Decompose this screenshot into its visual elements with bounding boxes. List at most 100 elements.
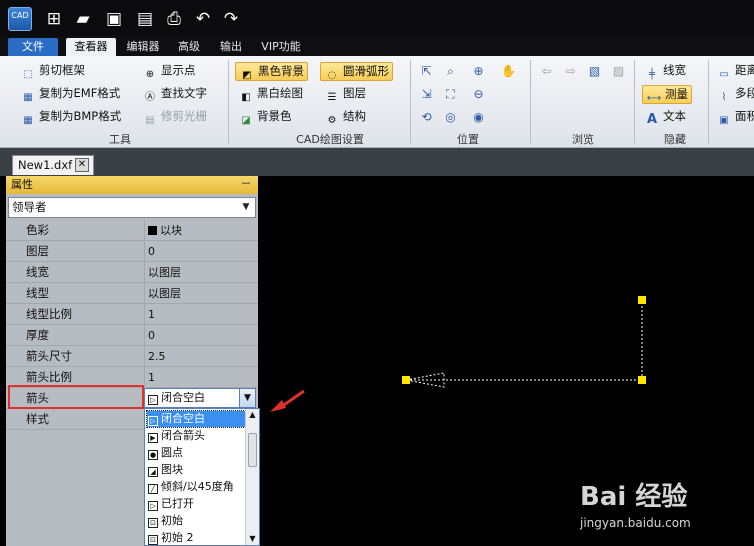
- area-button[interactable]: ▣ 面积: [716, 107, 754, 126]
- group-label-browse: 浏览: [572, 133, 594, 146]
- copy-emf-button[interactable]: ▦ 复制为EMF格式: [20, 84, 120, 103]
- raster-icon: ▤: [145, 115, 155, 126]
- background-color-button[interactable]: ◪ 背景色: [238, 107, 291, 126]
- property-value[interactable]: 以块: [144, 220, 256, 240]
- zoom-extents-icon[interactable]: ⛶: [442, 86, 459, 103]
- fit-layout-icon[interactable]: ⇲: [418, 86, 435, 103]
- close-icon[interactable]: ✕: [75, 158, 89, 172]
- grip-handle[interactable]: [402, 376, 410, 384]
- show-points-button[interactable]: ⊕ 显示点: [142, 61, 196, 80]
- dropdown-option[interactable]: ▶ 闭合箭头: [147, 428, 245, 444]
- leader-entity[interactable]: [405, 300, 643, 388]
- drawing-canvas[interactable]: Bai 经验 jingyan.baidu.com: [262, 176, 754, 546]
- dropdown-scrollbar[interactable]: ▲ ▼: [245, 409, 259, 545]
- arrow-type-combobox[interactable]: ▷ 闭合空白 ▼: [144, 388, 256, 408]
- dropdown-option[interactable]: ▷ 闭合空白: [146, 410, 246, 428]
- save-icon[interactable]: ▣: [104, 10, 124, 30]
- dropdown-option[interactable]: ● 圆点: [147, 445, 245, 461]
- back-arrow-icon[interactable]: ⇦: [538, 63, 555, 80]
- document-tab[interactable]: New1.dxf ✕: [12, 155, 94, 175]
- page-icon[interactable]: ▧: [586, 63, 603, 80]
- pin-icon[interactable]: ꟷ: [242, 176, 250, 194]
- open-folder-icon[interactable]: ▰: [73, 10, 93, 30]
- undo-icon[interactable]: ↶: [193, 10, 213, 30]
- color-swatch: [148, 226, 157, 235]
- property-value[interactable]: 1: [144, 367, 256, 387]
- menu-bar: 文件 查看器 编辑器 高级 输出 VIP功能: [0, 36, 754, 56]
- text-button[interactable]: A 文本: [644, 107, 686, 127]
- tab-editor[interactable]: 编辑器: [122, 38, 164, 56]
- property-row-color[interactable]: 色彩 以块: [6, 220, 258, 241]
- lineweight-button[interactable]: ╪ 线宽: [644, 61, 686, 80]
- grip-handle[interactable]: [638, 296, 646, 304]
- zoom-out-icon[interactable]: ⊖: [470, 86, 487, 103]
- scroll-down-icon[interactable]: ▼: [246, 533, 259, 545]
- arrow-type-dropdown[interactable]: ▷ 闭合空白 ▶ 闭合箭头 ● 圆点 ◢ 图块 ╱ 倾斜/以45度角 ▷ 已打开 ⊡ 初始 ⊡…: [144, 408, 260, 546]
- find-text-button[interactable]: Ⓐ 查找文字: [142, 84, 207, 103]
- polyline-button[interactable]: ⌇ 多段: [716, 84, 754, 103]
- black-background-button[interactable]: ◩ 黑色背景: [235, 62, 308, 81]
- zoom-in-icon[interactable]: ⊕: [470, 63, 487, 80]
- distance-button[interactable]: ▭ 距离: [716, 61, 754, 80]
- dropdown-option[interactable]: ⊡ 初始 2: [147, 530, 245, 545]
- tab-vip[interactable]: VIP功能: [256, 38, 306, 56]
- scrollbar-thumb[interactable]: [248, 433, 257, 467]
- property-value[interactable]: 2.5: [144, 346, 256, 366]
- property-row-arrow-size[interactable]: 箭头尺寸 2.5: [6, 346, 258, 367]
- forward-arrow-icon[interactable]: ⇨: [562, 63, 579, 80]
- property-value[interactable]: 0: [144, 241, 256, 261]
- property-value[interactable]: 以图层: [144, 283, 256, 303]
- zoom-previous-icon[interactable]: ◎: [442, 109, 459, 126]
- property-row-linetype[interactable]: 线型 以图层: [6, 283, 258, 304]
- structure-button[interactable]: ⚙ 结构: [324, 107, 366, 126]
- zoom-window-icon[interactable]: ⌕: [442, 63, 459, 80]
- layers-button[interactable]: ☰ 图层: [324, 84, 366, 103]
- property-row-thickness[interactable]: 厚度 0: [6, 325, 258, 346]
- pan-left-icon[interactable]: ⇱: [418, 63, 435, 80]
- layers-icon: ☰: [327, 92, 337, 103]
- hand-pan-icon[interactable]: ✋: [500, 63, 517, 80]
- entity-selector[interactable]: 领导者 ▼: [8, 197, 256, 218]
- ribbon: ⬚ 剪切框架 ▦ 复制为EMF格式 ▦ 复制为BMP格式 ⊕ 显示点 Ⓐ 查找文字 ▤ 修剪…: [0, 56, 754, 148]
- tab-output[interactable]: 输出: [214, 38, 248, 56]
- new-icon[interactable]: ⊞: [44, 10, 64, 30]
- rotate-icon[interactable]: ⟲: [418, 109, 435, 126]
- closed-blank-icon: ▷: [148, 416, 158, 426]
- print-icon[interactable]: ⎙: [164, 10, 184, 30]
- smooth-arc-button[interactable]: ◌ 圆滑弧形: [320, 62, 393, 81]
- property-row-layer[interactable]: 图层 0: [6, 241, 258, 262]
- measure-button[interactable]: ⟷ 测量: [642, 85, 692, 104]
- property-row-linetype-scale[interactable]: 线型比例 1: [6, 304, 258, 325]
- chevron-down-icon[interactable]: ▼: [239, 200, 253, 215]
- clip-frame-button[interactable]: ⬚ 剪切框架: [20, 61, 85, 80]
- trim-raster-button[interactable]: ▤ 修剪光栅: [142, 107, 207, 126]
- watermark-url: jingyan.baidu.com: [580, 516, 691, 530]
- scroll-up-icon[interactable]: ▲: [246, 409, 259, 421]
- tab-file[interactable]: 文件: [8, 38, 58, 56]
- tab-advanced[interactable]: 高级: [172, 38, 206, 56]
- dropdown-option[interactable]: ◢ 图块: [147, 462, 245, 478]
- copy-bmp-button[interactable]: ▦ 复制为BMP格式: [20, 107, 121, 126]
- bw-drawing-button[interactable]: ◧ 黑白绘图: [238, 84, 303, 103]
- dropdown-option[interactable]: ╱ 倾斜/以45度角: [147, 479, 245, 495]
- dropdown-option[interactable]: ▷ 已打开: [147, 496, 245, 512]
- property-row-lineweight[interactable]: 线宽 以图层: [6, 262, 258, 283]
- find-text-icon: Ⓐ: [145, 92, 155, 103]
- property-value[interactable]: 0: [144, 325, 256, 345]
- tab-viewer[interactable]: 查看器: [66, 38, 116, 56]
- smooth-arc-icon: ◌: [327, 70, 337, 81]
- measure-icon: ⟷: [646, 93, 662, 104]
- property-value[interactable]: 以图层: [144, 262, 256, 282]
- property-value[interactable]: 1: [144, 304, 256, 324]
- distance-icon: ▭: [719, 69, 729, 80]
- redo-icon[interactable]: ↷: [221, 10, 241, 30]
- chevron-down-icon[interactable]: ▼: [239, 389, 255, 407]
- area-icon: ▣: [719, 115, 729, 126]
- save-as-icon[interactable]: ▤: [135, 10, 155, 30]
- origin-icon: ⊡: [148, 518, 158, 528]
- dropdown-option[interactable]: ⊡ 初始: [147, 513, 245, 529]
- page-list-icon[interactable]: ▨: [610, 63, 627, 80]
- lineweight-icon: ╪: [648, 69, 656, 80]
- zoom-menu-icon[interactable]: ◉: [470, 109, 487, 126]
- grip-handle[interactable]: [638, 376, 646, 384]
